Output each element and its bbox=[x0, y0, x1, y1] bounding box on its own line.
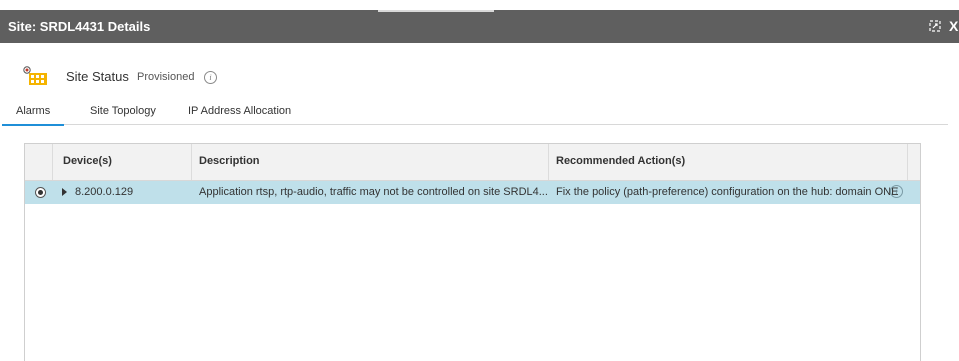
column-header-description[interactable]: Description bbox=[199, 155, 260, 167]
expand-arrow-icon[interactable] bbox=[62, 188, 67, 196]
column-separator bbox=[548, 144, 549, 180]
column-separator bbox=[191, 144, 192, 180]
table-row[interactable]: 8.200.0.129 Application rtsp, rtp-audio,… bbox=[25, 181, 920, 204]
close-icon[interactable]: X bbox=[949, 17, 958, 35]
alarms-table: Device(s) Description Recommended Action… bbox=[24, 143, 921, 361]
column-header-devices[interactable]: Device(s) bbox=[63, 155, 112, 167]
table-header: Device(s) Description Recommended Action… bbox=[25, 144, 920, 181]
maximize-icon[interactable] bbox=[929, 20, 941, 32]
info-icon[interactable]: i bbox=[890, 185, 903, 198]
description-cell: Application rtsp, rtp-audio, traffic may… bbox=[199, 186, 548, 198]
column-separator bbox=[52, 144, 53, 180]
tab-ip-address-allocation[interactable]: IP Address Allocation bbox=[188, 105, 291, 117]
dialog-title: Site: SRDL4431 Details bbox=[8, 19, 151, 34]
device-cell: 8.200.0.129 bbox=[75, 186, 134, 198]
row-select-radio[interactable] bbox=[35, 187, 46, 198]
titlebar-accent bbox=[378, 10, 494, 12]
tab-bar: Alarms Site Topology IP Address Allocati… bbox=[1, 100, 948, 126]
site-status-value: Provisioned bbox=[137, 71, 195, 83]
recommended-action-cell: Fix the policy (path-preference) configu… bbox=[556, 186, 899, 198]
dialog-titlebar: Site: SRDL4431 Details X bbox=[0, 10, 959, 43]
info-icon[interactable]: i bbox=[204, 71, 217, 84]
site-status-label: Site Status bbox=[66, 69, 129, 84]
tab-site-topology[interactable]: Site Topology bbox=[90, 105, 156, 117]
tab-alarms[interactable]: Alarms bbox=[1, 105, 65, 126]
column-separator bbox=[907, 144, 908, 180]
site-building-icon bbox=[23, 66, 47, 85]
column-header-recommended-actions[interactable]: Recommended Action(s) bbox=[556, 155, 685, 167]
